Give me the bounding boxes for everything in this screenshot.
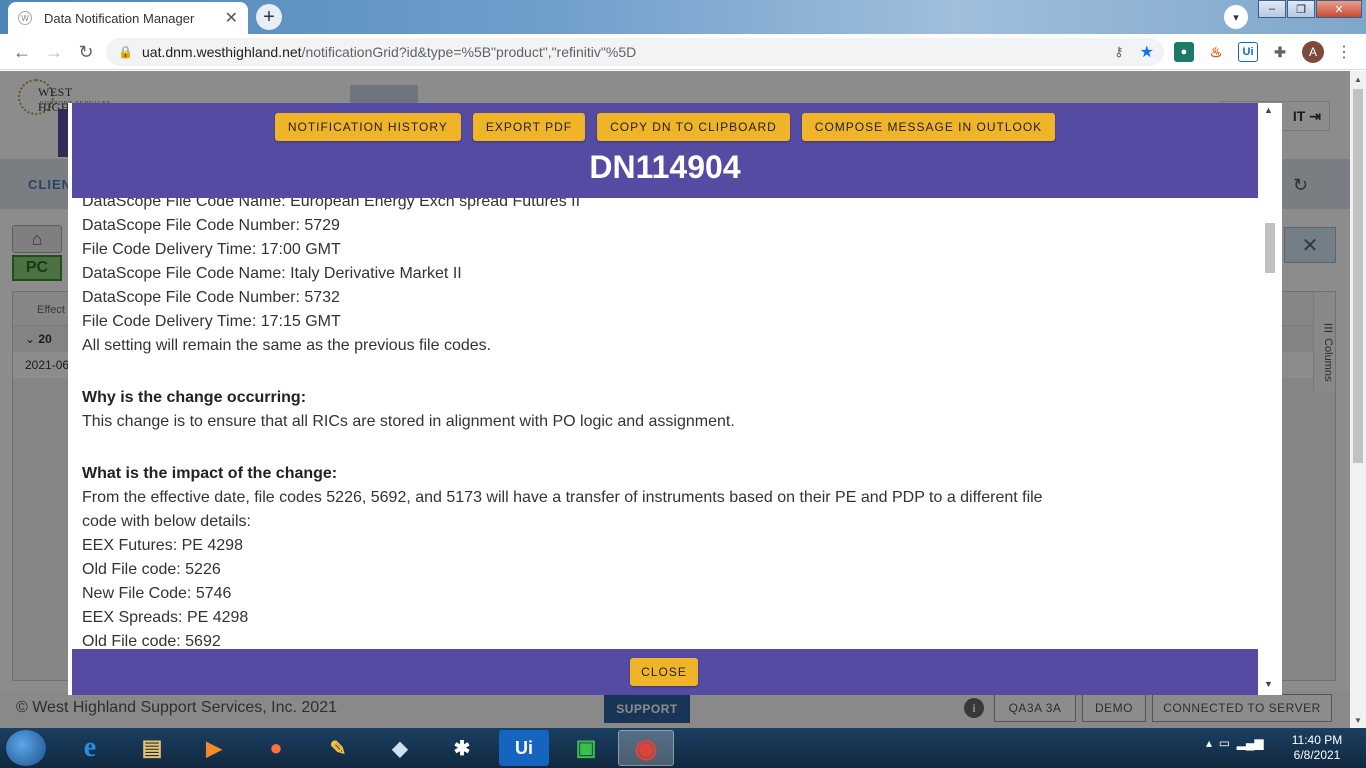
impact-line: Old File code: 5226	[82, 561, 221, 578]
tab-close-icon[interactable]: ✕	[225, 8, 238, 28]
impact-line: New File Code: 5746	[82, 585, 232, 602]
window-close-button[interactable]: ✕	[1316, 0, 1362, 18]
modal-scrollbar[interactable]: ▲ ▼	[1258, 103, 1282, 695]
assistant-icon[interactable]: ▣	[558, 730, 614, 766]
clock-time: 11:40 PM	[1291, 733, 1343, 747]
modal-scroll-down-icon[interactable]: ▼	[1264, 679, 1273, 689]
notification-modal: NOTIFICATION HISTORY EXPORT PDF COPY DN …	[68, 103, 1282, 695]
reload-icon[interactable]: ↻	[74, 40, 98, 64]
body-line: DataScope File Code Name: Italy Derivati…	[82, 265, 462, 282]
extension-1-icon[interactable]: ●	[1174, 42, 1194, 62]
app-hub-icon[interactable]: ✱	[434, 730, 490, 766]
windows-taskbar: e ▤ ▶ ● ✎ ◆ ✱ Ui ▣ ◉ ▴ ▭ ▂▄▆ 11:40 PM 6/…	[0, 728, 1366, 768]
why-heading: Why is the change occurring:	[82, 389, 307, 406]
browser-titlebar: W Data Notification Manager ✕ + ▾ – ❐ ✕	[0, 0, 1366, 34]
why-text: This change is to ensure that all RICs a…	[82, 413, 735, 430]
scroll-down-icon[interactable]: ▼	[1350, 712, 1366, 728]
back-arrow-icon[interactable]: ←	[10, 40, 34, 64]
new-tab-button[interactable]: +	[256, 4, 282, 30]
lock-icon: 🔒	[118, 45, 133, 59]
compose-outlook-button[interactable]: COMPOSE MESSAGE IN OUTLOOK	[801, 113, 1056, 141]
modal-footer: CLOSE	[72, 649, 1258, 695]
export-pdf-button[interactable]: EXPORT PDF	[472, 113, 586, 141]
taskbar-clock[interactable]: 11:40 PM 6/8/2021	[1280, 733, 1354, 763]
bookmark-star-icon[interactable]: ★	[1140, 42, 1154, 62]
key-icon[interactable]: ⚷	[1114, 44, 1124, 60]
body-line: DataScope File Code Number: 5732	[82, 289, 340, 306]
modal-action-bar: NOTIFICATION HISTORY EXPORT PDF COPY DN …	[72, 113, 1258, 141]
impact-text: From the effective date, file codes 5226…	[82, 489, 1043, 530]
browser-toolbar: ← → ↻ 🔒 uat.dnm.westhighland.net/notific…	[0, 34, 1366, 70]
impact-line: EEX Spreads: PE 4298	[82, 609, 249, 626]
body-line: DataScope File Code Name: European Energ…	[82, 198, 581, 210]
site-favicon-icon: W	[18, 11, 32, 25]
uipath-extension-icon[interactable]: Ui	[1238, 42, 1258, 62]
page-scroll-thumb[interactable]	[1353, 89, 1363, 463]
minimize-button[interactable]: –	[1258, 0, 1286, 18]
file-explorer-icon[interactable]: ▤	[124, 730, 180, 766]
chrome-icon[interactable]: ◉	[618, 730, 674, 766]
modal-scroll-thumb[interactable]	[1265, 223, 1275, 273]
dn-title: DN114904	[589, 149, 741, 185]
body-line: All setting will remain the same as the …	[82, 337, 492, 354]
clock-date: 6/8/2021	[1293, 748, 1341, 762]
copy-dn-button[interactable]: COPY DN TO CLIPBOARD	[597, 113, 790, 141]
menu-kebab-icon[interactable]: ⋮	[1336, 42, 1352, 62]
extensions-puzzle-icon[interactable]: ✚	[1270, 42, 1290, 62]
tab-search-icon[interactable]: ▾	[1224, 5, 1248, 29]
body-line: File Code Delivery Time: 17:15 GMT	[82, 313, 341, 330]
forward-arrow-icon[interactable]: →	[42, 40, 66, 64]
window-controls: – ❐ ✕	[1257, 0, 1362, 18]
modal-body[interactable]: DataScope File Code Name: European Energ…	[72, 198, 1258, 649]
start-button[interactable]	[6, 730, 46, 766]
impact-line: Old File code: 5692	[82, 633, 221, 649]
url-text: uat.dnm.westhighland.net/notificationGri…	[142, 44, 637, 60]
page-scrollbar[interactable]: ▲ ▼	[1350, 71, 1366, 728]
maximize-button[interactable]: ❐	[1287, 0, 1315, 18]
profile-avatar[interactable]: A	[1302, 41, 1324, 63]
modal-scroll-up-icon[interactable]: ▲	[1264, 105, 1273, 115]
address-bar[interactable]: 🔒 uat.dnm.westhighland.net/notificationG…	[106, 38, 1164, 66]
extension-2-icon[interactable]: ♨	[1206, 42, 1226, 62]
notepad-icon[interactable]: ◆	[372, 730, 428, 766]
uipath-icon[interactable]: Ui	[499, 730, 549, 766]
notification-history-button[interactable]: NOTIFICATION HISTORY	[274, 113, 461, 141]
tools-icon[interactable]: ✎	[310, 730, 366, 766]
body-line: File Code Delivery Time: 17:00 GMT	[82, 241, 341, 258]
ie-icon[interactable]: e	[62, 730, 118, 766]
notification-text: DataScope File Code Name: European Energ…	[82, 198, 1062, 649]
modal-header: NOTIFICATION HISTORY EXPORT PDF COPY DN …	[72, 103, 1258, 198]
impact-line: EEX Futures: PE 4298	[82, 537, 243, 554]
browser-tab[interactable]: W Data Notification Manager ✕	[8, 2, 248, 34]
firefox-icon[interactable]: ●	[248, 730, 304, 766]
close-button[interactable]: CLOSE	[630, 658, 698, 686]
scroll-up-icon[interactable]: ▲	[1350, 71, 1366, 87]
system-tray[interactable]: ▴ ▭ ▂▄▆	[1206, 736, 1264, 750]
media-player-icon[interactable]: ▶	[186, 730, 242, 766]
tab-title: Data Notification Manager	[44, 10, 195, 26]
body-line: DataScope File Code Number: 5729	[82, 217, 340, 234]
impact-heading: What is the impact of the change:	[82, 465, 338, 482]
